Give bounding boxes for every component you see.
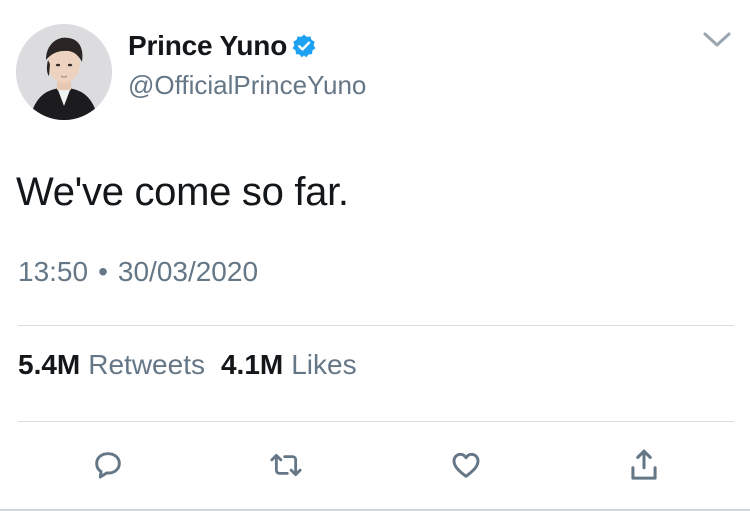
retweets-label: Retweets (88, 349, 205, 380)
divider (18, 325, 734, 326)
meta-separator: • (98, 256, 108, 287)
retweet-icon (270, 453, 302, 477)
heart-icon (452, 452, 480, 478)
likes-stat[interactable]: 4.1M Likes (221, 349, 357, 381)
chevron-down-icon[interactable] (702, 30, 732, 50)
retweets-count: 5.4M (18, 349, 81, 380)
retweets-stat[interactable]: 5.4M Retweets (18, 349, 205, 381)
tweet-time: 13:50 (18, 256, 89, 287)
user-handle[interactable]: @OfficialPrinceYuno (128, 70, 366, 101)
likes-count: 4.1M (220, 349, 284, 380)
author-row: Prince Yuno (128, 28, 317, 64)
avatar-image (16, 24, 112, 120)
reply-icon (95, 452, 121, 479)
reply-button[interactable] (88, 445, 128, 485)
display-name[interactable]: Prince Yuno (128, 30, 287, 62)
share-button[interactable] (624, 445, 664, 485)
engagement-stats: 5.4M Retweets 4.1M Likes (18, 349, 357, 381)
tweet-timestamp[interactable]: 13:50 • 30/03/2020 (18, 256, 258, 288)
avatar[interactable] (16, 24, 112, 120)
tweet-date: 30/03/2020 (117, 256, 259, 287)
like-button[interactable] (446, 445, 486, 485)
verified-badge-icon (291, 33, 317, 59)
share-icon (631, 449, 657, 480)
divider (18, 421, 734, 422)
tweet-card: Prince Yuno @OfficialPrinceYuno We've co… (0, 0, 750, 511)
tweet-text: We've come so far. (16, 170, 349, 214)
action-bar (0, 445, 750, 485)
retweet-button[interactable] (266, 445, 306, 485)
likes-label: Likes (291, 349, 357, 380)
